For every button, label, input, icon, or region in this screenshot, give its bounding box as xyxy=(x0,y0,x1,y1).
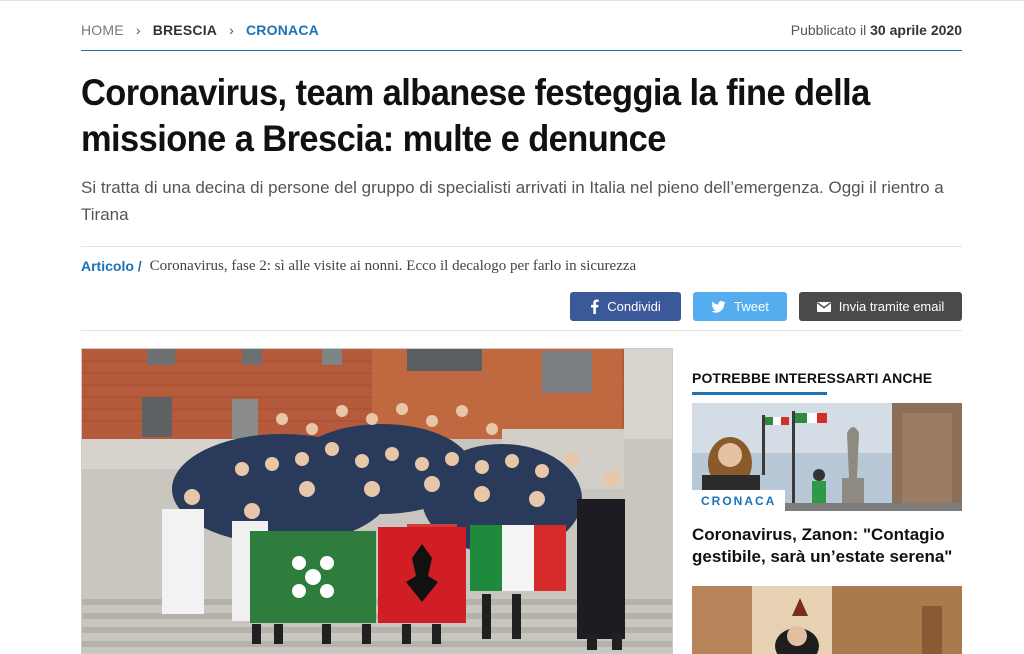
envelope-icon xyxy=(816,301,831,312)
email-share-button[interactable]: Invia tramite email xyxy=(799,292,962,321)
twitter-share-label: Tweet xyxy=(734,299,769,314)
publish-date-value: 30 aprile 2020 xyxy=(870,22,962,38)
breadcrumb: HOME › BRESCIA › CRONACA xyxy=(81,22,319,38)
share-bar: Condividi Tweet Invia tramite email xyxy=(570,292,962,321)
facebook-icon xyxy=(591,299,599,314)
related-card-image[interactable] xyxy=(692,586,962,654)
article-subtitle: Si tratta di una decina di persone del g… xyxy=(81,178,944,224)
breadcrumb-cronaca[interactable]: CRONACA xyxy=(246,22,319,38)
interior-photo-illustration xyxy=(692,586,962,654)
twitter-share-button[interactable]: Tweet xyxy=(693,292,787,321)
twitter-icon xyxy=(711,300,726,313)
publish-prefix: Pubblicato il xyxy=(790,22,867,38)
breadcrumb-separator: › xyxy=(135,22,141,38)
breadcrumb-divider xyxy=(81,50,962,51)
related-article[interactable]: Articolo / Coronavirus, fase 2: sì alle … xyxy=(81,258,636,275)
related-link[interactable]: Coronavirus, fase 2: sì alle visite ai n… xyxy=(150,258,637,275)
article-photo[interactable] xyxy=(81,348,673,654)
publish-date: Pubblicato il 30 aprile 2020 xyxy=(791,22,962,38)
related-label[interactable]: Articolo / xyxy=(81,258,142,275)
sidebar-title-underline xyxy=(692,392,827,395)
breadcrumb-separator: › xyxy=(229,22,234,38)
article-headline: Coronavirus, team albanese festeggia la … xyxy=(81,72,870,159)
breadcrumb-home[interactable]: HOME xyxy=(81,22,124,38)
divider xyxy=(81,246,962,247)
group-photo-illustration xyxy=(82,349,672,653)
email-share-label: Invia tramite email xyxy=(838,299,945,314)
category-badge[interactable]: CRONACA xyxy=(692,490,786,512)
facebook-share-button[interactable]: Condividi xyxy=(570,292,681,321)
divider xyxy=(81,330,962,331)
top-border xyxy=(0,0,1024,1)
facebook-share-label: Condividi xyxy=(607,299,661,314)
related-card-title[interactable]: Coronavirus, Zanon: "Contagio gestibile,… xyxy=(692,524,962,568)
breadcrumb-brescia[interactable]: BRESCIA xyxy=(153,22,217,38)
sidebar-title: POTREBBE INTERESSARTI ANCHE xyxy=(692,370,933,386)
